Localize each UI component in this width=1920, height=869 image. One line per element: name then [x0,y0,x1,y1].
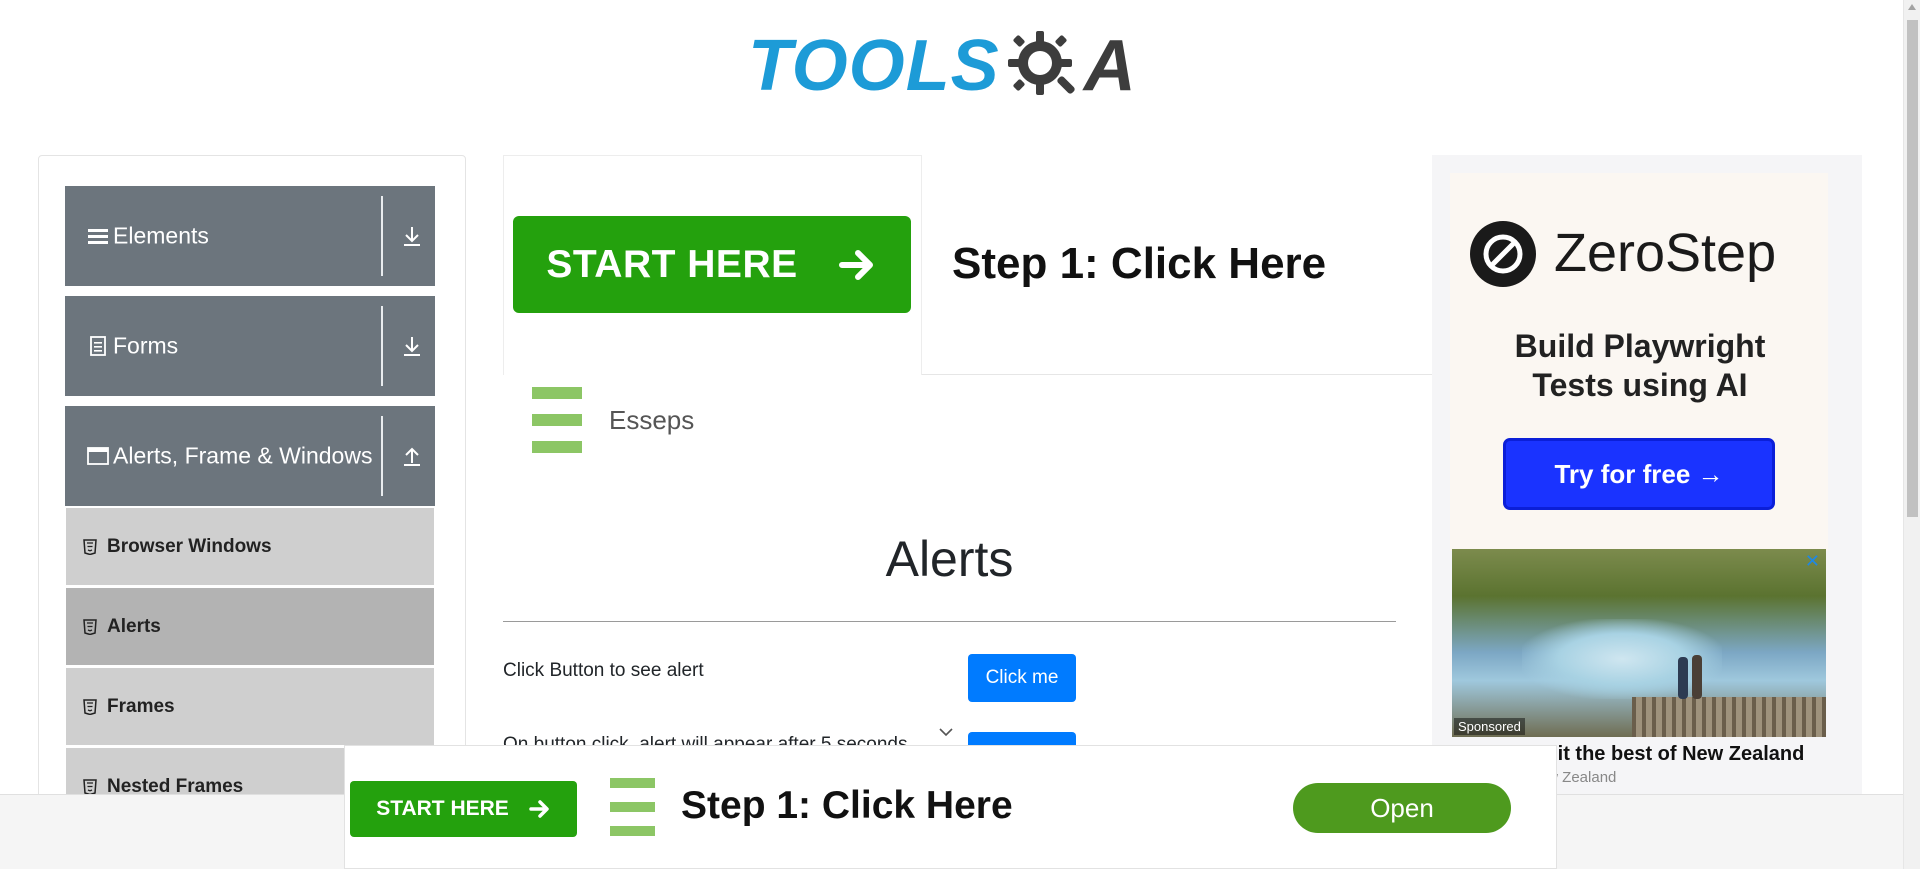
sidebar-item-frames[interactable]: Frames [66,668,434,746]
scroll-up-arrow-icon[interactable] [1908,4,1916,10]
esseps-brand[interactable]: Esseps [532,385,694,455]
close-icon[interactable]: ✕ [1805,551,1820,572]
group-separator [381,196,383,276]
sidebar-item-label: Frames [107,695,175,717]
open-button[interactable]: Open [1293,783,1511,833]
new-zealand-ad-image[interactable]: Sponsored ✕ [1452,549,1826,737]
sidebar-item-alerts[interactable]: Alerts [66,588,434,666]
vertical-scrollbar[interactable] [1903,0,1920,869]
bottom-start-here-label: START HERE [376,797,509,820]
group-alerts-label: Alerts, Frame & Windows [113,442,373,469]
group-separator [381,306,383,386]
sidebar-item-label: Browser Windows [107,535,272,557]
zerostep-brand: ZeroStep [1554,223,1777,283]
group-elements-label: Elements [113,222,209,249]
step-one-text: Step 1: Click Here [952,239,1327,288]
group-forms[interactable]: Forms [65,296,435,396]
page-title: Alerts [885,531,1014,587]
esseps-label: Esseps [609,404,695,435]
alert-click-me-button[interactable]: Click me [968,654,1076,702]
zerostep-logo-icon [1470,221,1536,287]
document-icon [90,336,106,356]
start-here-label: START HERE [546,242,798,286]
html5-icon [83,778,97,795]
upload-arrow-icon[interactable] [401,444,423,468]
person-shape [1678,657,1688,699]
arrow-right-icon [838,249,873,280]
group-alerts-frame-windows[interactable]: Alerts, Frame & Windows [65,406,435,506]
ad-headline[interactable]: Visit the best of New Zealand [1528,743,1804,766]
esseps-logo-icon [610,778,655,836]
sidebar-item-label: Alerts [107,615,161,637]
esseps-logo-icon [532,387,582,453]
sidebar-item-browser-windows[interactable]: Browser Windows [66,508,434,586]
railing-shape [1632,697,1826,737]
person-shape [1692,655,1702,699]
bottom-sticky-ad[interactable]: START HERE Step 1: Click Here Open [344,745,1557,869]
try-for-free-button[interactable]: Try for free → [1503,438,1775,510]
chevron-down-icon[interactable] [938,726,954,738]
download-arrow-icon[interactable] [401,224,423,248]
bottom-step-one-text: Step 1: Click Here [681,784,1013,827]
hamburger-icon [88,229,108,244]
group-elements[interactable]: Elements [65,186,435,286]
banner-divider [922,374,1434,375]
logo-text-a: A [1083,26,1136,106]
download-arrow-icon[interactable] [401,334,423,358]
title-divider [503,621,1396,622]
top-banner-ad[interactable]: START HERE Step 1: Click Here [503,155,1434,375]
logo-text-tools: TOOLS [748,26,1000,106]
html5-icon [83,698,97,715]
group-separator [381,416,383,496]
group-forms-label: Forms [113,332,179,359]
zerostep-tagline: Build Playwright Tests using AI [1514,328,1766,404]
window-icon [87,447,109,465]
page: TOOLS A Elements Forms Alerts, Frame & W… [0,0,1920,869]
arrow-right-icon [529,800,549,818]
scrollbar-thumb[interactable] [1907,20,1918,517]
gear-magnifier-icon [1007,31,1075,95]
start-here-button[interactable]: START HERE [513,216,911,313]
toolsqa-logo[interactable]: TOOLS A [748,18,1154,114]
bottom-start-here-button[interactable]: START HERE [350,781,577,837]
sponsored-label: Sponsored [1454,718,1525,735]
html5-icon [83,618,97,635]
alert-row-label: Click Button to see alert [503,660,704,681]
html5-icon [83,538,97,555]
